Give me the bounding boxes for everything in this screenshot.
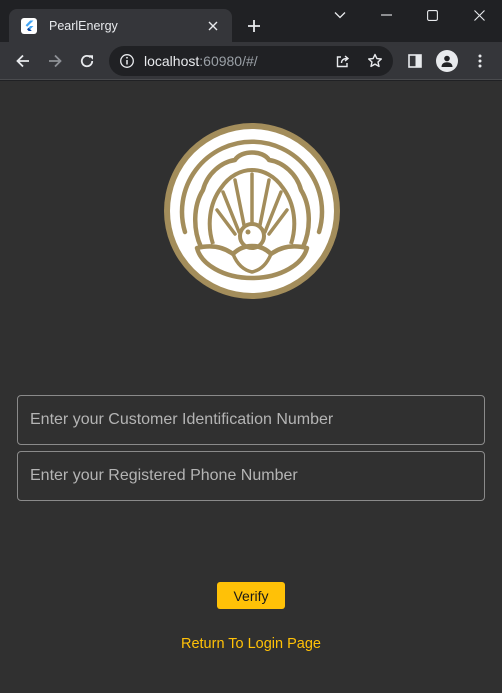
- address-bar[interactable]: localhost:60980/#/: [109, 46, 393, 76]
- tab-title: PearlEnergy: [49, 18, 118, 33]
- page-content: Verify Return To Login Page: [0, 81, 502, 693]
- info-icon[interactable]: [119, 53, 135, 69]
- flutter-icon: [21, 17, 37, 34]
- url-host: localhost: [144, 53, 200, 69]
- maximize-icon[interactable]: [409, 0, 455, 30]
- minimize-icon[interactable]: [363, 0, 409, 30]
- arrow-right-icon[interactable]: [41, 47, 69, 75]
- close-icon[interactable]: [204, 17, 222, 35]
- arrow-left-icon[interactable]: [9, 47, 37, 75]
- browser-tab[interactable]: PearlEnergy: [9, 9, 232, 42]
- url-path: :60980/#/: [199, 53, 258, 69]
- return-to-login-link[interactable]: Return To Login Page: [0, 636, 502, 652]
- phone-number-input[interactable]: [17, 451, 485, 501]
- chevron-down-icon[interactable]: [317, 0, 363, 30]
- url-text[interactable]: localhost:60980/#/: [144, 53, 258, 69]
- customer-id-input[interactable]: [17, 395, 485, 445]
- kebab-menu-icon[interactable]: [466, 47, 494, 75]
- verify-button[interactable]: Verify: [217, 582, 285, 609]
- star-icon[interactable]: [365, 51, 385, 71]
- browser-toolbar: localhost:60980/#/: [0, 42, 502, 80]
- person-icon[interactable]: [436, 50, 458, 72]
- side-panel-icon[interactable]: [401, 47, 429, 75]
- close-icon[interactable]: [456, 0, 502, 30]
- share-icon[interactable]: [333, 51, 353, 71]
- reload-icon[interactable]: [73, 47, 101, 75]
- pearl-shell-logo: [164, 123, 340, 299]
- tab-strip: PearlEnergy: [0, 0, 502, 42]
- plus-icon[interactable]: [242, 14, 266, 38]
